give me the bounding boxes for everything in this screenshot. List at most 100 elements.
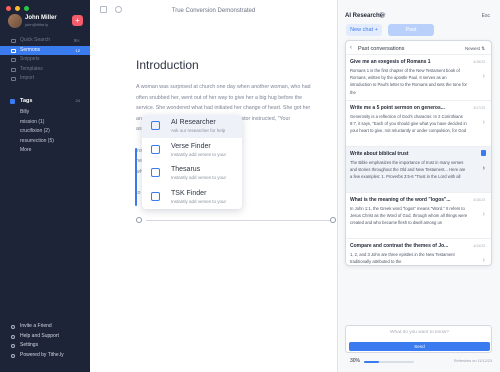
document-icon <box>11 48 16 53</box>
menu-item-title: Thesarus <box>171 166 201 173</box>
ai-researcher-panel: AI Researcher i Esc New chat + Past conv… <box>337 0 500 372</box>
tag-item-resurrection[interactable]: resurrection (5) <box>0 137 90 147</box>
chevron-right-icon: › <box>482 165 485 172</box>
sermon-count: 12 <box>75 47 80 53</box>
search-icon <box>11 39 16 43</box>
zoom-out-icon[interactable] <box>136 217 142 223</box>
tag-item-mission[interactable]: mission (1) <box>0 118 90 128</box>
book-stack-icon <box>151 191 160 201</box>
info-icon[interactable]: i <box>379 12 385 18</box>
chevron-right-icon: › <box>482 73 485 80</box>
user-email: john@tithe.ly <box>25 22 49 27</box>
minimize-window-button[interactable] <box>15 6 20 11</box>
conversation-title: Write me a 5 point sermon on generos... <box>350 105 445 111</box>
tithely-logo-icon <box>11 353 15 358</box>
help-support-link[interactable]: Help and Support <box>0 332 90 342</box>
link-label: Settings <box>20 342 39 348</box>
conversation-preview: 1, 2, and 3 John are three epistles in t… <box>350 252 455 265</box>
conversation-date: 4/18/23 <box>473 60 485 64</box>
document-window-title: True Conversion Demonstrated <box>171 8 256 14</box>
question-input[interactable] <box>346 326 493 338</box>
sidebar: John Miller john@tithe.ly + Quick Search… <box>0 0 90 372</box>
snippet-icon <box>11 58 16 62</box>
powered-by-link[interactable]: Powered by Tithe.ly <box>0 351 90 361</box>
conversation-item[interactable]: Write me a 5 point sermon on generos... … <box>346 101 491 147</box>
sparkle-icon <box>151 121 160 130</box>
invite-friend-link[interactable]: Invite a Friend <box>0 322 90 332</box>
sidebar-item-label: Import <box>20 75 35 81</box>
list-title: Past conversations <box>358 45 405 52</box>
menu-item-title: AI Researcher <box>171 119 216 126</box>
conversation-preview: Generosity is a reflection of God's char… <box>350 114 467 134</box>
avatar <box>8 14 22 28</box>
ai-tools-menu: AI Researcher Ask our researcher for hel… <box>142 115 242 209</box>
conversation-preview: The Bible emphasizes the importance of t… <box>350 160 466 180</box>
sidebar-item-templates[interactable]: Templates <box>0 65 90 75</box>
close-window-button[interactable] <box>6 6 11 11</box>
app-window: John Miller john@tithe.ly + Quick Search… <box>0 0 500 372</box>
text-line: A woman was surprised at church one day … <box>136 84 311 90</box>
conversation-title: Write about biblical trust <box>350 151 409 157</box>
sidebar-item-sermons[interactable]: Sermons 12 <box>0 45 90 55</box>
text-line: often snubbed her, went out of her way t… <box>136 94 303 101</box>
user-name: John Miller <box>25 15 57 21</box>
document-heading[interactable]: Introduction <box>136 58 199 72</box>
sidebar-item-snippets[interactable]: Snippets <box>0 55 90 65</box>
tags-count: 24 <box>75 98 80 103</box>
tag-item-billy[interactable]: Billy <box>0 108 90 118</box>
tag-item-more[interactable]: More <box>0 146 90 156</box>
menu-item-title: Verse Finder <box>171 142 211 150</box>
sidebar-footer: Invite a Friend Help and Support Setting… <box>0 322 90 360</box>
credit-progress-fill <box>364 361 379 363</box>
menu-item-tsk-finder[interactable]: TSK Finder Instantly add verses to your <box>142 186 242 209</box>
menu-item-subtitle: Instantly add verses to your <box>171 198 227 204</box>
sidebar-item-label: Snippets <box>20 56 40 62</box>
menu-item-subtitle: Instantly add verses to your <box>171 151 227 157</box>
sort-dropdown[interactable]: Newest ⇅ <box>465 46 485 52</box>
sidebar-item-label: Quick Search <box>20 37 51 43</box>
tag-icon <box>10 98 15 104</box>
conversation-date: 4/15/23 <box>473 198 485 202</box>
past-conversations-button[interactable]: Past conversations <box>388 24 434 45</box>
import-icon <box>11 77 16 81</box>
new-chat-button[interactable]: New chat + <box>346 24 382 36</box>
conversation-preview: In John 1:1, the Greek word "logos" mean… <box>350 206 468 226</box>
conversation-preview: Romans 1 is the first chapter of the New… <box>350 68 467 95</box>
conversation-item-selected[interactable]: Write about biblical trust The Bible emp… <box>346 147 491 193</box>
conversation-item[interactable]: What is the meaning of the word "logos".… <box>346 193 491 239</box>
send-button[interactable]: Send <box>349 342 490 351</box>
settings-link[interactable]: Settings <box>0 341 90 351</box>
menu-item-ai-researcher[interactable]: AI Researcher Ask our researcher for hel… <box>142 115 242 138</box>
trash-icon[interactable] <box>481 150 486 156</box>
conversation-date: 4/14/23 <box>473 244 485 248</box>
credit-percent: 30% <box>350 358 361 364</box>
text-line: service. She wondered what had initiated… <box>136 105 311 112</box>
menu-item-verse-finder[interactable]: Verse Finder Instantly add verses to you… <box>142 139 242 162</box>
sidebar-item-import[interactable]: Import <box>0 74 90 84</box>
conversation-item[interactable]: Give me an exegesis of Romans 1 4/18/23 … <box>346 55 491 101</box>
conversation-title: Give me an exegesis of Romans 1 <box>350 59 431 65</box>
conversation-title: Compare and contrast the themes of Jo... <box>350 243 449 249</box>
conversation-title: What is the meaning of the word "logos".… <box>350 197 451 203</box>
tags-header[interactable]: Tags 24 <box>0 96 90 106</box>
usage-credits: 30% Refreshes on 11/12/23 <box>350 358 492 366</box>
ask-box: Send <box>345 325 493 353</box>
invite-icon <box>11 325 15 329</box>
conversation-item[interactable]: Compare and contrast the themes of Jo...… <box>346 239 491 265</box>
tags-label: Tags <box>20 98 33 104</box>
refresh-note: Refreshes on 11/12/23 <box>453 358 492 363</box>
new-sermon-button[interactable]: + <box>72 15 83 26</box>
maximize-window-button[interactable] <box>24 6 29 11</box>
menu-item-thesarus[interactable]: Thesarus Instantly add verses to your <box>142 162 242 185</box>
escape-close-button[interactable]: Esc <box>482 13 490 19</box>
zoom-slider[interactable] <box>136 216 336 224</box>
zoom-in-icon[interactable] <box>330 217 336 223</box>
zoom-track[interactable] <box>146 219 330 221</box>
insertion-indicator <box>135 148 137 206</box>
link-label: Powered by Tithe.ly <box>20 351 64 358</box>
book-open-icon <box>151 168 160 177</box>
tag-item-crucifixion[interactable]: crucifixion (2) <box>0 127 90 137</box>
gear-icon <box>11 344 15 348</box>
chevron-left-icon[interactable]: ‹ <box>350 45 352 51</box>
sidebar-item-quick-search[interactable]: Quick Search ⌘K <box>0 36 90 46</box>
